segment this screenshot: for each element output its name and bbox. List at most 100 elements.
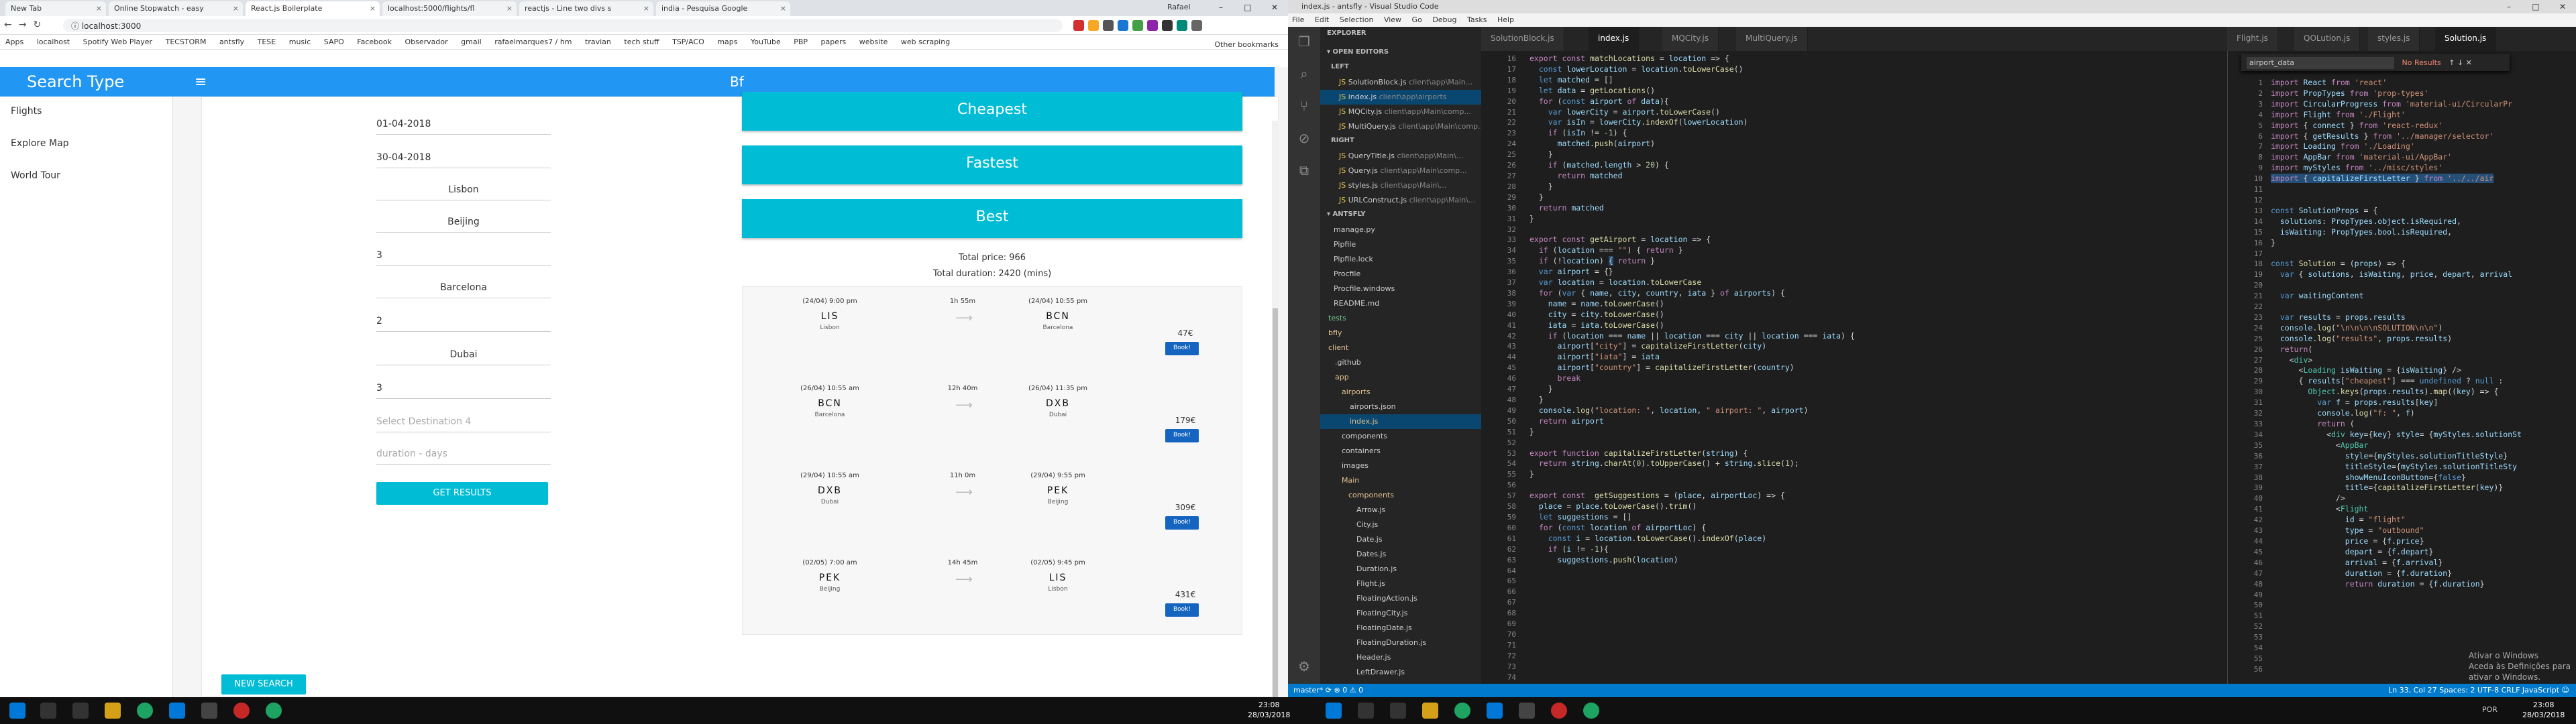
editor-tab[interactable]: QOLution.js xyxy=(2294,27,2361,51)
tree-folder[interactable]: client xyxy=(1320,341,1481,355)
open-editor-item[interactable]: JS URLConstruct.js client\app\Main\... xyxy=(1320,193,1481,208)
menu-help[interactable]: Help xyxy=(1493,13,1518,26)
maximize-icon[interactable]: □ xyxy=(1234,0,1261,16)
menu-edit[interactable]: Edit xyxy=(1311,13,1333,26)
close-icon[interactable]: × xyxy=(370,4,376,13)
bookmark[interactable]: Observador xyxy=(399,35,453,49)
menu-view[interactable]: View xyxy=(1380,13,1405,26)
extension-icon[interactable] xyxy=(1132,20,1143,31)
maximize-icon[interactable]: □ xyxy=(2522,0,2549,13)
tree-folder[interactable]: airports xyxy=(1320,385,1481,400)
find-prev-icon[interactable]: ↑ xyxy=(2449,58,2455,67)
debug-icon[interactable]: ⊘ xyxy=(1288,123,1320,156)
destination-3-field[interactable]: Dubai xyxy=(376,345,551,365)
bookmark[interactable]: TSP/ACO xyxy=(667,35,710,49)
browser-tab[interactable]: india - Pesquisa Google × xyxy=(656,1,790,16)
editor-tab[interactable]: MQCity.js xyxy=(1662,27,1719,51)
tree-folder[interactable]: Main xyxy=(1320,473,1481,488)
open-editor-item[interactable]: JS styles.js client\app\Main\... xyxy=(1320,178,1481,193)
fastest-button[interactable]: Fastest xyxy=(742,145,1242,184)
destination-1-days-field[interactable]: 3 xyxy=(376,246,551,266)
close-icon[interactable]: × xyxy=(643,4,649,13)
minimize-icon[interactable]: – xyxy=(2496,0,2522,13)
tree-folder[interactable]: bfly xyxy=(1320,326,1481,341)
bookmark[interactable]: TESE xyxy=(252,35,282,49)
bookmark[interactable]: maps xyxy=(712,35,743,49)
minimize-icon[interactable]: – xyxy=(1208,0,1234,16)
bookmark[interactable]: website xyxy=(854,35,894,49)
file-explorer-icon[interactable] xyxy=(105,703,121,719)
editor-tab[interactable]: Flight.js xyxy=(2227,27,2278,51)
tree-item[interactable]: Duration.js xyxy=(1320,562,1481,577)
find-input[interactable]: airport_data xyxy=(2247,57,2394,69)
close-icon[interactable]: × xyxy=(780,4,786,13)
tree-folder[interactable]: components xyxy=(1320,429,1481,444)
drawer-item-world-tour[interactable]: World Tour xyxy=(0,161,172,193)
book-button[interactable]: Book! xyxy=(1165,429,1199,442)
open-editor-item[interactable]: JS QueryTitle.js client\app\Main\... xyxy=(1320,149,1481,164)
extension-icon[interactable] xyxy=(1103,20,1114,31)
tree-item[interactable]: Procfile xyxy=(1320,267,1481,282)
tree-item[interactable]: City.js xyxy=(1320,518,1481,532)
bookmark[interactable]: antsfly xyxy=(214,35,250,49)
extensions-icon[interactable]: ⧉ xyxy=(1288,156,1320,188)
date-to-field[interactable]: 30-04-2018 xyxy=(376,148,551,168)
bookmark[interactable]: travian xyxy=(580,35,616,49)
menu-debug[interactable]: Debug xyxy=(1428,13,1460,26)
tree-folder[interactable]: tests xyxy=(1320,311,1481,326)
language-indicator[interactable]: POR xyxy=(2482,705,2498,714)
file-explorer-icon[interactable] xyxy=(1422,703,1438,719)
vscode-icon[interactable] xyxy=(1487,703,1503,719)
open-editor-item[interactable]: JS SolutionBlock.js client\app\Main... xyxy=(1320,75,1481,90)
search-icon[interactable]: ⌕ xyxy=(1288,59,1320,91)
menu-icon[interactable]: ≡ xyxy=(195,74,207,90)
forward-icon[interactable]: → xyxy=(19,19,34,30)
tree-item[interactable]: Procfile.windows xyxy=(1320,282,1481,296)
drawer-item-flights[interactable]: Flights xyxy=(0,97,172,129)
apps-shortcut[interactable]: Apps xyxy=(0,35,29,49)
app-icon[interactable] xyxy=(233,703,250,719)
editor-tab[interactable]: SolutionBlock.js xyxy=(1481,27,1564,51)
book-button[interactable]: Book! xyxy=(1165,342,1199,355)
url-input[interactable]: ⓘ localhost:3000 xyxy=(63,19,1063,32)
menu-file[interactable]: File xyxy=(1288,13,1308,26)
destination-3-days-field[interactable]: 3 xyxy=(376,379,551,399)
bookmark[interactable]: YouTube xyxy=(745,35,786,49)
code-editor-left[interactable]: 16 17 18 19 20 21 22 23 24 25 26 27 28 29 30 31 32 33 34 35… xyxy=(1481,51,2352,684)
new-search-button[interactable]: NEW SEARCH xyxy=(221,674,306,695)
project-header[interactable]: ▾ ANTSFLY xyxy=(1320,208,1481,223)
editor-tab-active[interactable]: Solution.js xyxy=(2435,27,2497,51)
bookmark[interactable]: localhost xyxy=(32,35,75,49)
tree-item[interactable]: FloatingDuration.js xyxy=(1320,636,1481,650)
search-icon[interactable] xyxy=(40,703,56,719)
best-button[interactable]: Best xyxy=(742,199,1242,238)
bookmark[interactable]: rafaelmarques7 / hm xyxy=(489,35,577,49)
windows-start-icon[interactable] xyxy=(9,703,25,719)
bookmark[interactable]: TECSTORM xyxy=(160,35,212,49)
drawer-item-explore-map[interactable]: Explore Map xyxy=(0,129,172,161)
git-branch[interactable]: master* ⟳ ⊗ 0 ⚠ 0 xyxy=(1293,686,1363,695)
vscode-icon[interactable] xyxy=(169,703,185,719)
browser-tab[interactable]: reactjs - Line two divs s × xyxy=(519,1,653,16)
profile-name[interactable]: Rafael xyxy=(1167,3,1191,11)
tree-item[interactable]: FloatingCity.js xyxy=(1320,606,1481,621)
extension-icon[interactable] xyxy=(1073,20,1084,31)
tree-item[interactable]: airports.json xyxy=(1320,400,1481,414)
bookmark[interactable]: PBP xyxy=(788,35,813,49)
open-editor-item-active[interactable]: JS index.js client\app\airports xyxy=(1320,90,1481,105)
tree-item[interactable]: Flight.js xyxy=(1320,577,1481,591)
menu-selection[interactable]: Selection xyxy=(1336,13,1378,26)
bookmark[interactable]: Facebook xyxy=(352,35,397,49)
browser-tab[interactable]: localhost:5000/flights/fl × xyxy=(382,1,517,16)
reload-icon[interactable]: ↻ xyxy=(33,19,48,30)
files-icon[interactable]: ❐ xyxy=(1288,27,1320,59)
tree-item[interactable]: Pipfile xyxy=(1320,237,1481,252)
gear-icon[interactable]: ⚙ xyxy=(1288,652,1320,684)
tree-item[interactable]: README.md xyxy=(1320,296,1481,311)
book-button[interactable]: Book! xyxy=(1165,516,1199,530)
close-window-icon[interactable]: ✕ xyxy=(1261,0,1288,16)
extension-icon[interactable] xyxy=(1177,20,1187,31)
app-icon[interactable] xyxy=(1519,703,1535,719)
tree-folder[interactable]: components xyxy=(1320,488,1481,503)
open-editors-header[interactable]: ▾ OPEN EDITORS xyxy=(1320,46,1481,60)
